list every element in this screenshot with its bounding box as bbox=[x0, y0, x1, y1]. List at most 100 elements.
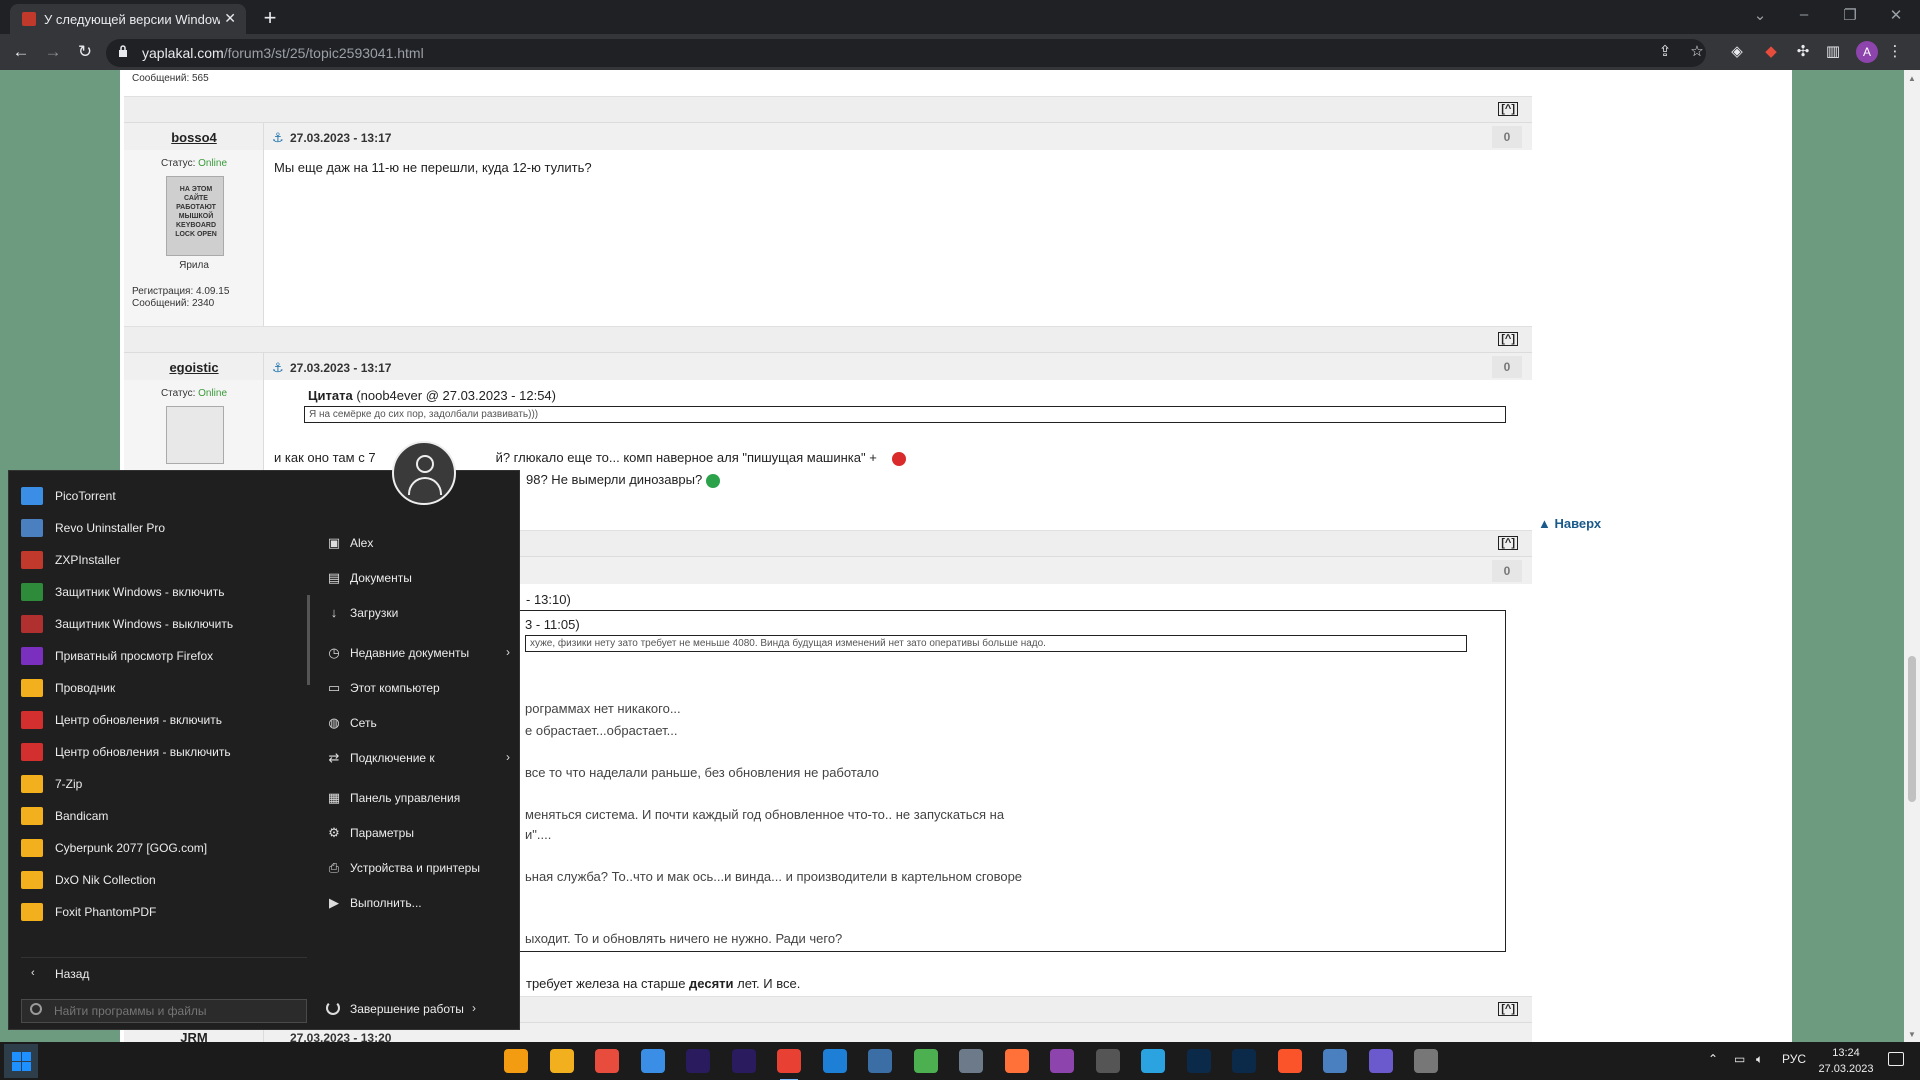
start-app-item[interactable]: Bandicam bbox=[19, 801, 309, 831]
new-tab-button[interactable]: + bbox=[256, 5, 284, 31]
start-app-item[interactable]: PicoTorrent bbox=[19, 481, 309, 511]
sidepanel-icon[interactable]: ▥ bbox=[1822, 41, 1844, 63]
restore-button[interactable]: ❐ bbox=[1830, 6, 1870, 24]
shutdown-button[interactable]: Завершение работы › bbox=[322, 995, 518, 1023]
to-top-link[interactable]: [^] bbox=[1498, 1002, 1518, 1016]
photoshop-icon[interactable] bbox=[1186, 1049, 1211, 1073]
clock-time: 13:24 bbox=[1832, 1047, 1860, 1059]
start-place-item[interactable]: ▤ Документы bbox=[322, 564, 518, 592]
start-search-input[interactable] bbox=[54, 1003, 294, 1019]
notepad-icon[interactable] bbox=[640, 1049, 665, 1073]
start-search-box[interactable] bbox=[21, 999, 307, 1023]
scroll-up-icon[interactable]: ▲ bbox=[1906, 74, 1918, 83]
app-icon[interactable] bbox=[1095, 1049, 1120, 1073]
eraser-icon[interactable] bbox=[595, 1049, 619, 1073]
start-place-item[interactable]: ▭ Этот компьютер bbox=[322, 674, 518, 702]
start-place-item[interactable]: ▶ Выполнить... bbox=[322, 889, 518, 917]
browser-tab[interactable]: У следующей версии Windows ✕ bbox=[10, 4, 246, 34]
telegram-icon[interactable] bbox=[1141, 1049, 1165, 1073]
utorrent-icon[interactable] bbox=[913, 1049, 938, 1073]
bookmark-star-icon[interactable]: ☆ bbox=[1686, 41, 1708, 63]
start-place-item[interactable]: ⇄ Подключение к › bbox=[322, 744, 518, 772]
profile-avatar[interactable]: A bbox=[1856, 41, 1878, 63]
start-place-item[interactable]: ↓ Загрузки bbox=[322, 599, 518, 627]
start-app-item[interactable]: Приватный просмотр Firefox bbox=[19, 641, 309, 671]
close-window-button[interactable]: ✕ bbox=[1876, 6, 1916, 24]
post-rating[interactable]: 0 bbox=[1492, 126, 1522, 148]
ublock-icon[interactable]: ◆ bbox=[1760, 41, 1782, 63]
quote-line: меняться система. И почти каждый год обн… bbox=[525, 807, 1005, 822]
notifications-icon[interactable] bbox=[1888, 1052, 1904, 1066]
to-top-link[interactable]: [^] bbox=[1498, 102, 1518, 116]
start-app-item[interactable]: Cyberpunk 2077 [GOG.com] bbox=[19, 833, 309, 863]
page-scrollbar[interactable] bbox=[1904, 70, 1920, 1042]
start-place-item[interactable]: ▣ Alex bbox=[322, 529, 518, 557]
back-to-top-link[interactable]: ▲ Наверх bbox=[1538, 516, 1601, 531]
close-tab-icon[interactable]: ✕ bbox=[224, 10, 236, 27]
user-avatar[interactable] bbox=[392, 441, 456, 505]
start-app-item[interactable]: ZXPInstaller bbox=[19, 545, 309, 575]
start-place-item[interactable]: ◍ Сеть bbox=[322, 709, 518, 737]
menu-kebab-icon[interactable]: ⋮ bbox=[1884, 41, 1906, 63]
tray-overflow-icon[interactable]: ⌃ bbox=[1708, 1052, 1718, 1066]
remote-icon[interactable] bbox=[868, 1049, 892, 1073]
chrome-icon[interactable] bbox=[777, 1049, 801, 1080]
start-app-item[interactable]: Защитник Windows - включить bbox=[19, 577, 309, 607]
start-app-item[interactable]: DxO Nik Collection bbox=[19, 865, 309, 895]
start-app-item[interactable]: Центр обновления - включить bbox=[19, 705, 309, 735]
minimize-button[interactable]: – bbox=[1784, 6, 1824, 23]
shield-extension-icon[interactable]: ◈ bbox=[1726, 41, 1748, 63]
post-rating[interactable]: 0 bbox=[1492, 560, 1522, 582]
start-button[interactable] bbox=[4, 1044, 38, 1078]
share-icon[interactable]: ⇪ bbox=[1654, 41, 1676, 63]
post-author[interactable]: egoistic bbox=[124, 360, 264, 375]
extensions-puzzle-icon[interactable]: ✣ bbox=[1792, 41, 1814, 63]
start-app-item[interactable]: Revo Uninstaller Pro bbox=[19, 513, 309, 543]
settings-icon[interactable] bbox=[1414, 1049, 1438, 1073]
post-anchor-icon[interactable]: ⚓ bbox=[272, 130, 284, 146]
back-arrow-icon[interactable]: ← bbox=[8, 40, 34, 64]
network-icon[interactable]: ▭ bbox=[1734, 1052, 1745, 1066]
avatar[interactable]: НА ЭТОМ САЙТЕ РАБОТАЮТ МЫШКОЙ KEYBOARD L… bbox=[166, 176, 224, 256]
language-indicator[interactable]: РУС bbox=[1782, 1052, 1806, 1066]
start-app-item[interactable]: 7-Zip bbox=[19, 769, 309, 799]
after-effects-icon[interactable] bbox=[731, 1049, 756, 1073]
start-app-item[interactable]: Foxit PhantomPDF bbox=[19, 897, 309, 927]
start-place-item[interactable]: ⎙ Устройства и принтеры bbox=[322, 854, 518, 882]
clock[interactable]: 13:24 27.03.2023 bbox=[1816, 1045, 1876, 1077]
to-top-link[interactable]: [^] bbox=[1498, 536, 1518, 550]
start-app-item[interactable]: Центр обновления - выключить bbox=[19, 737, 309, 767]
post-anchor-icon[interactable]: ⚓ bbox=[272, 360, 284, 376]
volume-icon[interactable]: 🔈︎ bbox=[1756, 1052, 1763, 1067]
tab-search-icon[interactable]: ⌄ bbox=[1740, 6, 1780, 24]
user-msg-count: Сообщений: 2340 bbox=[132, 298, 215, 309]
start-app-item[interactable]: Защитник Windows - выключить bbox=[19, 609, 309, 639]
app-icon[interactable] bbox=[1323, 1049, 1347, 1073]
app-icon[interactable] bbox=[1050, 1049, 1074, 1073]
address-bar[interactable]: yaplakal.com/forum3/st/25/topic2593041.h… bbox=[106, 39, 1706, 67]
reload-icon[interactable]: ↻ bbox=[72, 40, 98, 64]
firefox-icon[interactable] bbox=[1004, 1049, 1029, 1073]
photoshop-icon[interactable] bbox=[1232, 1049, 1256, 1073]
start-app-item[interactable]: Проводник bbox=[19, 673, 309, 703]
start-place-item[interactable]: ▦ Панель управления bbox=[322, 784, 518, 812]
search-icon[interactable] bbox=[504, 1049, 528, 1073]
scroll-down-icon[interactable]: ▼ bbox=[1906, 1030, 1918, 1039]
post-author[interactable]: bosso4 bbox=[124, 130, 264, 145]
programs-scrollbar[interactable] bbox=[307, 595, 310, 685]
after-effects-icon[interactable] bbox=[686, 1049, 710, 1073]
post-author[interactable]: JRM bbox=[124, 1030, 264, 1042]
to-top-link[interactable]: [^] bbox=[1498, 332, 1518, 346]
forward-arrow-icon[interactable]: → bbox=[40, 40, 66, 64]
start-place-item[interactable]: ◷ Недавние документы › bbox=[322, 639, 518, 667]
avatar[interactable] bbox=[166, 406, 224, 464]
scrollbar-thumb[interactable] bbox=[1908, 656, 1916, 802]
app-icon[interactable] bbox=[959, 1049, 983, 1073]
chevron-right-icon[interactable]: › bbox=[472, 1001, 476, 1015]
start-place-item[interactable]: ⚙ Параметры bbox=[322, 819, 518, 847]
post-rating[interactable]: 0 bbox=[1492, 356, 1522, 378]
vpn-icon[interactable] bbox=[1368, 1049, 1393, 1073]
visual-studio-icon[interactable] bbox=[822, 1049, 847, 1073]
brave-icon[interactable] bbox=[1277, 1049, 1302, 1073]
file-explorer-icon[interactable] bbox=[549, 1049, 574, 1073]
